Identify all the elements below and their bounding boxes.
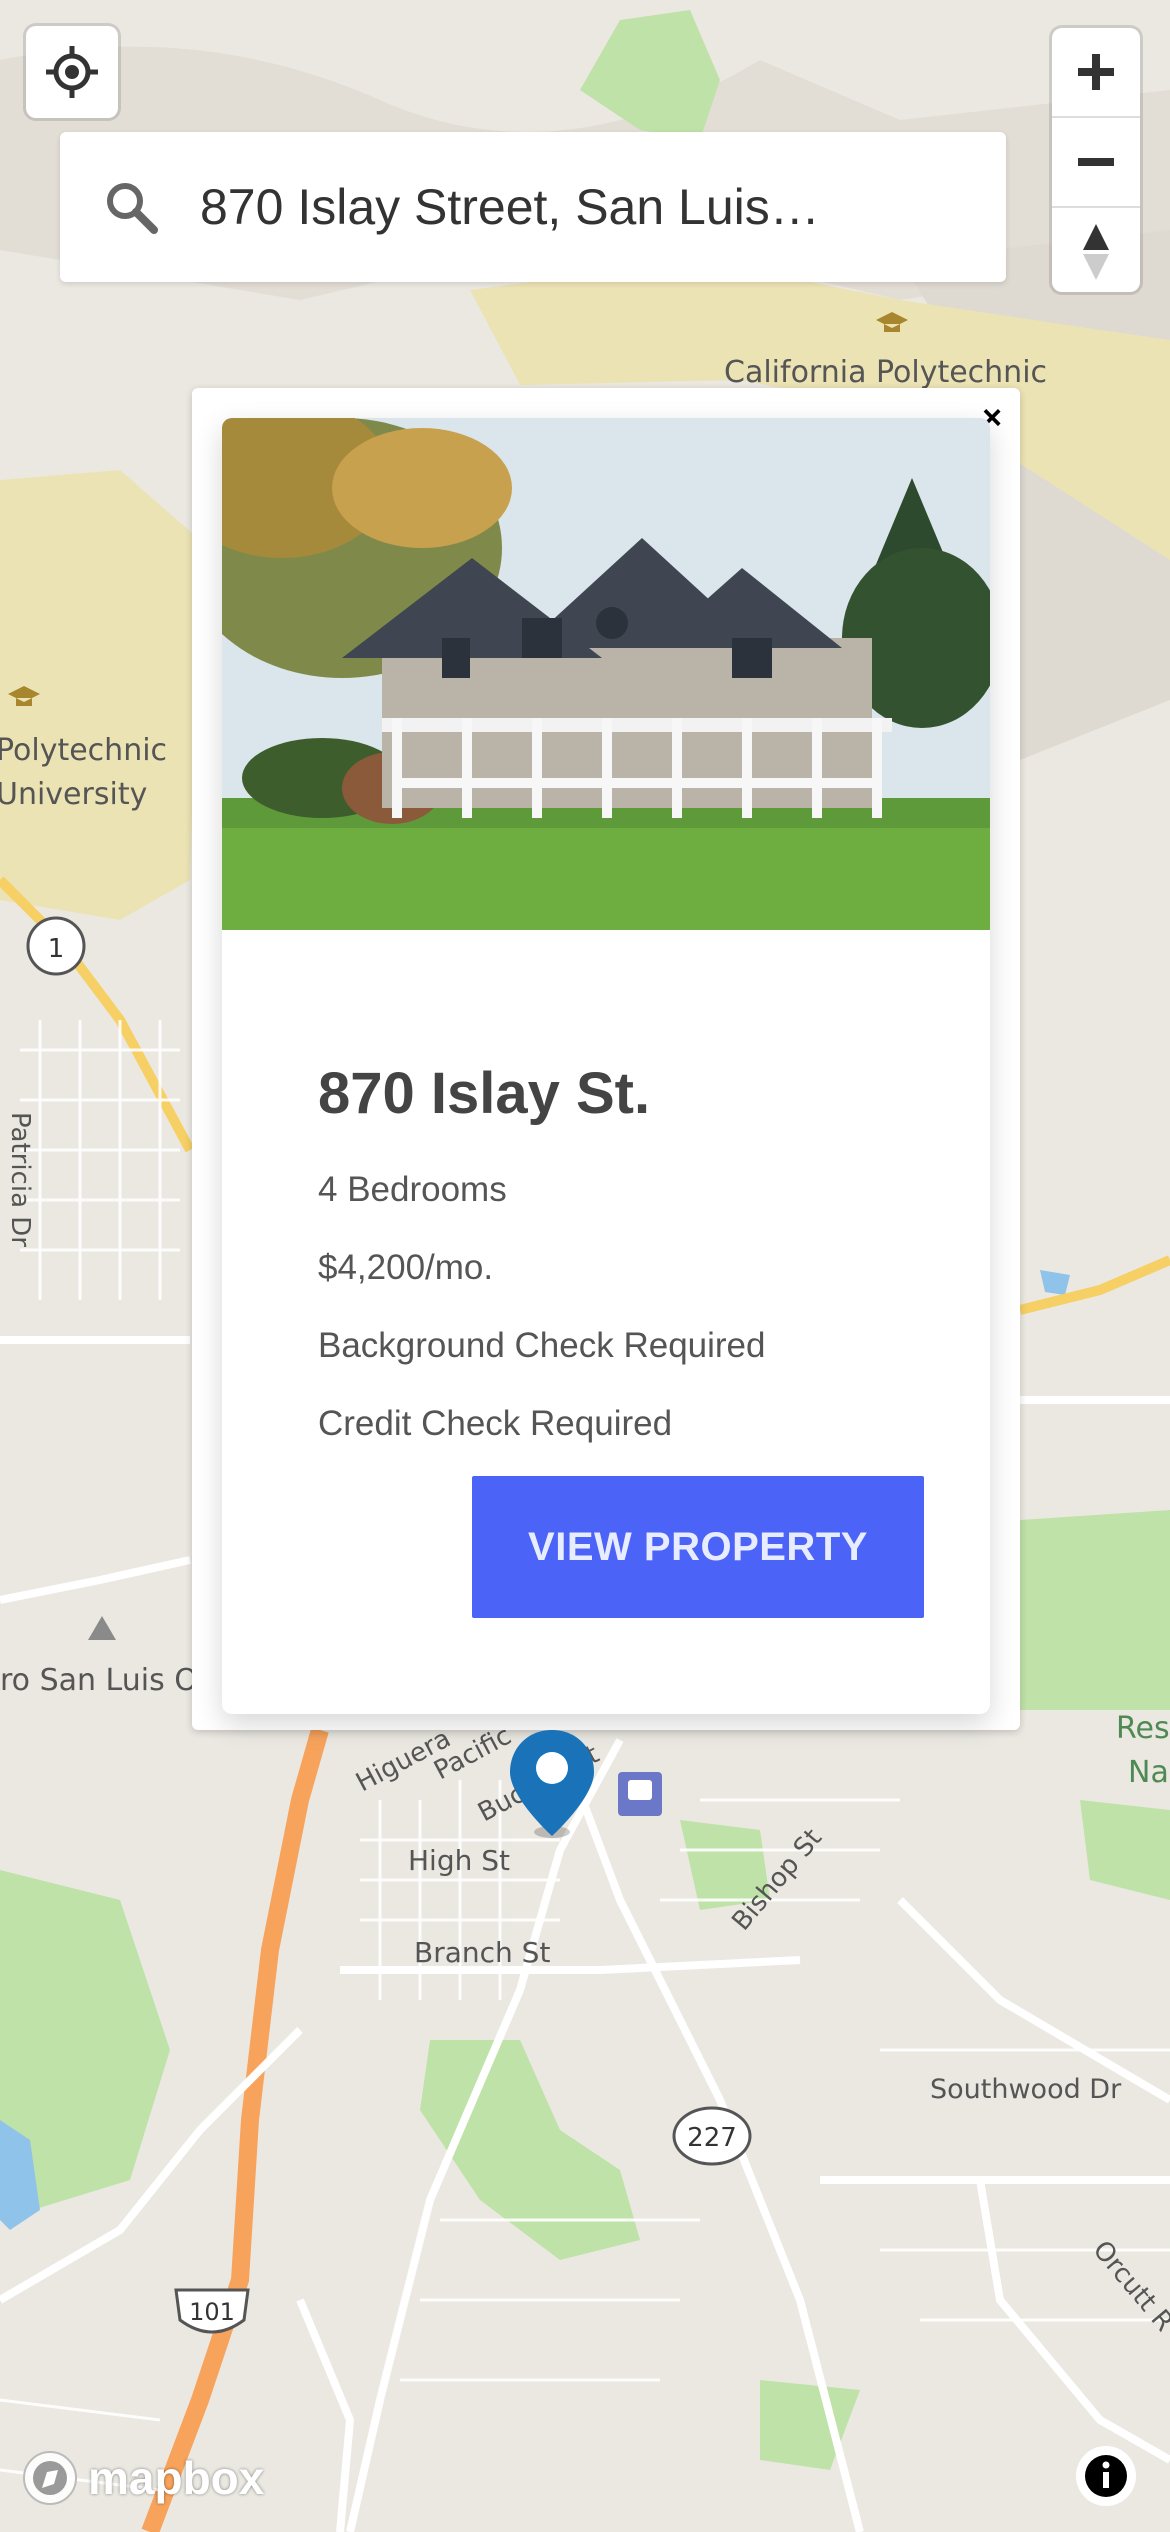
- zoom-out-button[interactable]: [1052, 118, 1140, 208]
- background-check-text: Background Check Required: [318, 1326, 766, 1365]
- bedrooms-text: 4 Bedrooms: [318, 1170, 507, 1209]
- label-cal-poly-left-2: University: [0, 777, 147, 812]
- attribution-info-button[interactable]: [1076, 2446, 1136, 2506]
- mapbox-logo-text: mapbox: [88, 2452, 265, 2504]
- label-na: Na: [1128, 1755, 1169, 1790]
- zoom-controls: [1052, 28, 1140, 292]
- train-icon-body: [628, 1780, 652, 1800]
- property-photo: [222, 418, 990, 930]
- label-high-st: High St: [408, 1844, 510, 1877]
- label-branch-st: Branch St: [414, 1936, 550, 1969]
- mapbox-logo-icon: [23, 2451, 77, 2505]
- route-227-label: 227: [687, 2123, 737, 2153]
- view-property-button[interactable]: VIEW PROPERTY: [472, 1476, 924, 1618]
- crosshair-icon: [46, 46, 98, 98]
- minus-icon: [1078, 158, 1114, 166]
- search-icon: [107, 183, 158, 234]
- label-southwood-dr: Southwood Dr: [930, 2074, 1122, 2105]
- geolocate-button[interactable]: [26, 26, 118, 118]
- zoom-in-button[interactable]: [1052, 28, 1140, 118]
- map-marker-icon[interactable]: [504, 1728, 600, 1840]
- credit-check-text: Credit Check Required: [318, 1404, 673, 1443]
- property-title: 870 Islay St.: [318, 1061, 651, 1126]
- plus-icon: [1078, 54, 1114, 90]
- route-1-label: 1: [48, 934, 65, 964]
- info-icon: [1085, 2455, 1127, 2497]
- park-area: [1020, 1510, 1170, 1710]
- search-box[interactable]: [60, 132, 1006, 282]
- label-cal-poly-top: California Polytechnic: [724, 355, 1047, 390]
- label-res: Res: [1116, 1711, 1170, 1746]
- compass-icon: [1083, 224, 1109, 280]
- label-cerro-san-luis: ro San Luis O: [0, 1663, 198, 1698]
- property-popup: × 870 Islay St. 4 Bedrooms $4,200/mo. Ba…: [192, 388, 1020, 1730]
- route-101-label: 101: [189, 2298, 235, 2326]
- price-text: $4,200/mo.: [318, 1248, 494, 1287]
- label-patricia-dr: Patricia Dr: [5, 1112, 35, 1247]
- compass-button[interactable]: [1052, 208, 1140, 292]
- label-cal-poly-left-1: Polytechnic: [0, 733, 167, 768]
- search-input[interactable]: [198, 177, 902, 237]
- mapbox-logo[interactable]: mapbox: [20, 2448, 264, 2508]
- property-card: 870 Islay St. 4 Bedrooms $4,200/mo. Back…: [222, 418, 990, 1714]
